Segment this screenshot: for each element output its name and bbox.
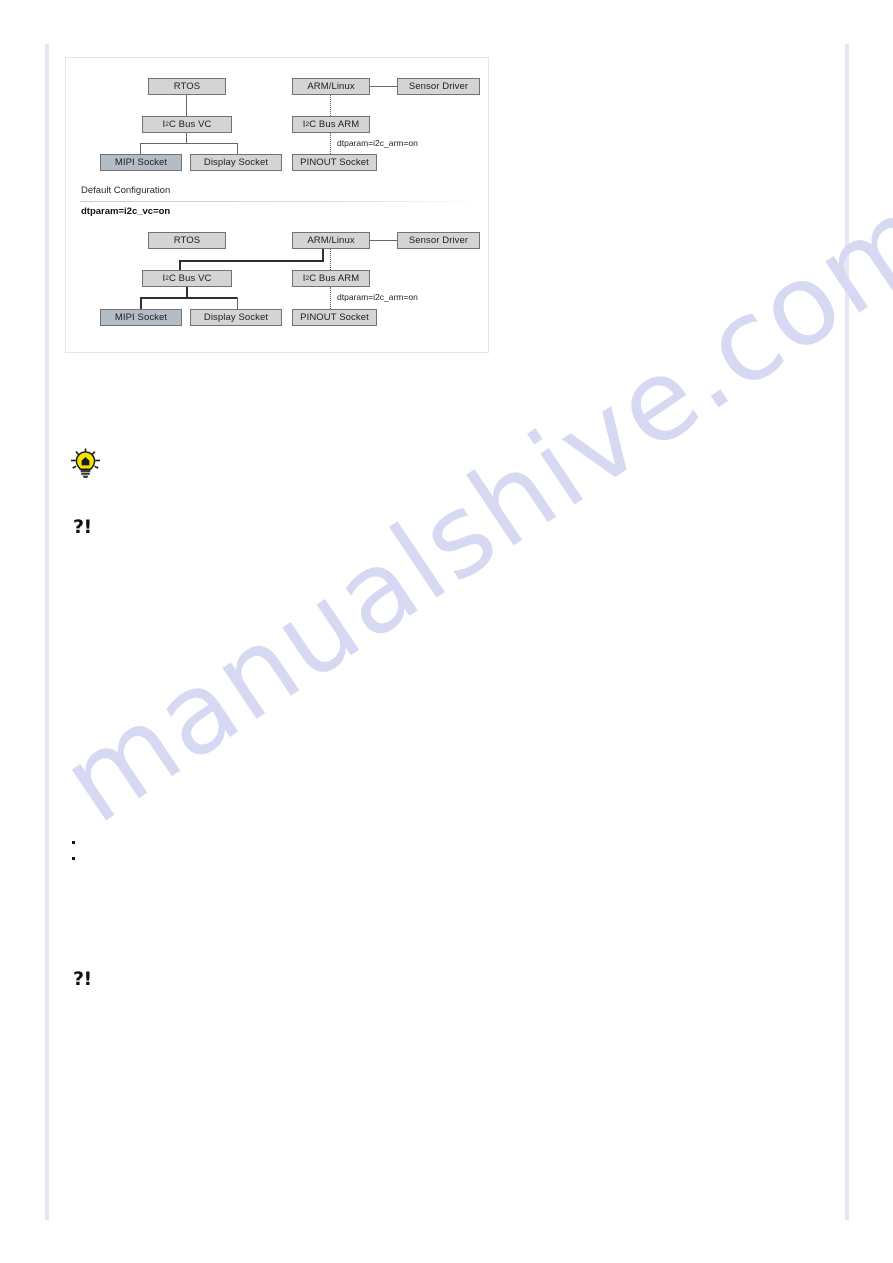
wire-into-i2cvc-bottom bbox=[179, 260, 181, 270]
list-bullet-1 bbox=[72, 841, 75, 844]
note-marker-1: ?! bbox=[73, 516, 92, 538]
node-i2c-bus-arm-bottom: I2C Bus ARM bbox=[292, 270, 370, 287]
dashed-wire-arm-to-i2carm-bottom bbox=[330, 249, 331, 270]
page-left-margin-rule bbox=[45, 44, 49, 1220]
wire-armlinux-to-i2cvc-bottom bbox=[179, 260, 324, 262]
node-pinout-socket-bottom: PINOUT Socket bbox=[292, 309, 377, 326]
node-label-i2c-suffix: C Bus VC bbox=[168, 272, 212, 284]
wire-branch-display-bottom bbox=[237, 297, 238, 309]
dashed-wire-i2carm-to-pinout-bottom bbox=[330, 287, 331, 309]
node-i2c-bus-vc-bottom: I2C Bus VC bbox=[142, 270, 232, 287]
note-marker-2: ?! bbox=[73, 968, 92, 990]
node-label-i2c-arm-suffix: C Bus ARM bbox=[309, 272, 360, 284]
wire-i2cvc-branch-bottom bbox=[140, 297, 238, 299]
page-right-margin-rule bbox=[845, 44, 849, 1220]
configuration-figure: RTOS I2C Bus VC MIPI Socket Display Sock… bbox=[65, 57, 489, 353]
node-mipi-socket-bottom: MIPI Socket bbox=[100, 309, 182, 326]
lightbulb-icon bbox=[68, 447, 104, 481]
wire-arm-to-sensor-bottom bbox=[370, 240, 397, 241]
node-rtos-bottom: RTOS bbox=[148, 232, 226, 249]
node-display-socket-bottom: Display Socket bbox=[190, 309, 282, 326]
node-arm-linux-bottom: ARM/Linux bbox=[292, 232, 370, 249]
list-bullet-2 bbox=[72, 857, 75, 860]
node-sensor-driver-bottom: Sensor Driver bbox=[397, 232, 480, 249]
alternate-configuration-diagram: RTOS I2C Bus VC MIPI Socket Display Sock… bbox=[66, 58, 488, 352]
wire-branch-mipi-bottom bbox=[140, 297, 142, 309]
wire-label-dtparam-arm-bottom: dtparam=i2c_arm=on bbox=[337, 292, 418, 302]
